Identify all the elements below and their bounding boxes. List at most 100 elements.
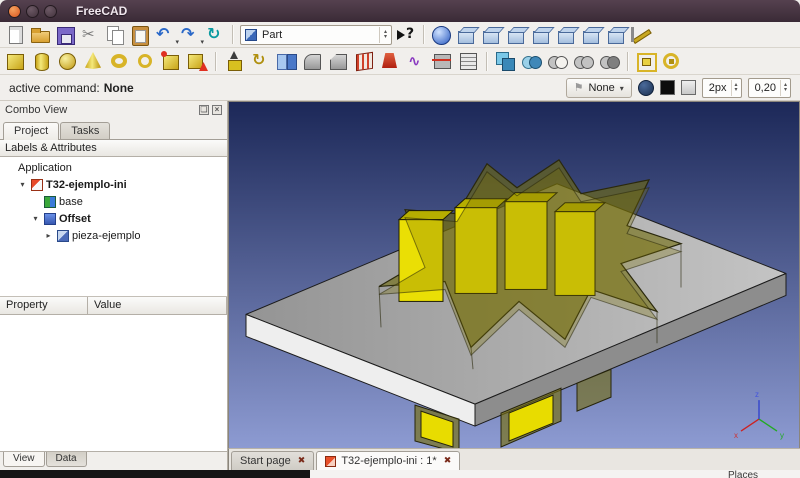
minimize-window-button[interactable] <box>26 5 39 18</box>
boolean-cut-icon[interactable] <box>545 49 570 73</box>
face-color-swatch[interactable] <box>681 80 696 95</box>
combobox-spin-arrows-icon[interactable] <box>379 27 387 43</box>
tree: Application ▾ T32-ejemplo-ini base▾Offset▸p… <box>0 157 227 297</box>
union-icon[interactable] <box>571 49 596 73</box>
fillet-icon[interactable] <box>300 49 325 73</box>
offset-icon <box>44 213 56 225</box>
select-arrows-icon <box>731 80 738 96</box>
bottom-view-icon[interactable] <box>579 23 604 47</box>
axis-z-label: z <box>755 390 759 399</box>
text-size-spinner[interactable]: 0,20 <box>748 78 791 98</box>
places-label: Places <box>728 470 758 478</box>
common-icon[interactable] <box>597 49 622 73</box>
axis-x-label: x <box>734 431 738 440</box>
ruled-surface-icon[interactable] <box>352 49 377 73</box>
tree-item-label: T32-ejemplo-ini <box>46 179 127 191</box>
draft-tray: None 2px 0,20 <box>566 78 791 98</box>
redo-icon[interactable]: ▾ <box>178 23 203 47</box>
sweep-icon[interactable] <box>404 49 429 73</box>
measure-distance-icon[interactable] <box>629 23 654 47</box>
maximize-window-button[interactable] <box>44 5 57 18</box>
property-column-header[interactable]: Property <box>0 297 88 315</box>
document-tab-label: Start page <box>240 455 291 467</box>
whats-this-icon[interactable] <box>394 23 419 47</box>
file-toolbar: ▾▾ <box>3 23 228 47</box>
property-table-body[interactable] <box>0 315 227 452</box>
undo-icon[interactable]: ▾ <box>153 23 178 47</box>
thickness-icon[interactable] <box>660 49 685 73</box>
offset-icon[interactable] <box>634 49 659 73</box>
open-document-icon[interactable] <box>28 23 53 47</box>
toolbar-separator <box>232 25 234 44</box>
base-icon <box>44 196 56 208</box>
tree-item-pieza-ejemplo[interactable]: ▸pieza-ejemplo <box>0 227 227 244</box>
extrude-icon[interactable] <box>222 49 247 73</box>
rear-view-icon[interactable] <box>554 23 579 47</box>
fit-all-icon[interactable] <box>429 23 454 47</box>
cylinder-icon[interactable] <box>29 49 54 73</box>
box-icon[interactable] <box>3 49 28 73</box>
close-window-button[interactable] <box>8 5 21 18</box>
torus-icon[interactable] <box>107 49 132 73</box>
right-view-icon[interactable] <box>529 23 554 47</box>
document-tab[interactable]: Start page ✖ <box>231 451 314 470</box>
tab-view[interactable]: View <box>3 452 45 467</box>
compound-icon[interactable] <box>493 49 518 73</box>
cone-icon[interactable] <box>81 49 106 73</box>
float-panel-icon[interactable] <box>199 105 209 115</box>
loft-icon[interactable] <box>378 49 403 73</box>
draft-layer-button[interactable]: None <box>566 78 632 98</box>
tab-tasks[interactable]: Tasks <box>60 122 110 139</box>
section-icon[interactable] <box>430 49 455 73</box>
command-bar: active command: None None 2px 0,20 <box>0 75 800 101</box>
boolean-icon[interactable] <box>519 49 544 73</box>
workbench-selector[interactable]: Part <box>240 25 392 45</box>
cut-icon[interactable] <box>78 23 103 47</box>
3d-viewport[interactable]: x y z <box>228 101 800 448</box>
chamfer-icon[interactable] <box>326 49 351 73</box>
mirror-icon[interactable] <box>274 49 299 73</box>
freecad-document-icon <box>325 456 336 467</box>
create-primitives-icon[interactable] <box>159 49 184 73</box>
close-tab-icon[interactable]: ✖ <box>444 456 452 466</box>
view-toolbar <box>394 23 654 47</box>
refresh-icon[interactable] <box>203 23 228 47</box>
tree-item-t32-ejemplo-ini[interactable]: ▾ T32-ejemplo-ini <box>0 176 227 193</box>
3d-scene: x y z <box>229 102 799 448</box>
line-color-swatch[interactable] <box>660 80 675 95</box>
revolve-icon[interactable] <box>248 49 273 73</box>
tree-item-base[interactable]: base <box>0 193 227 210</box>
copy-icon[interactable] <box>103 23 128 47</box>
spinner-arrows-icon[interactable] <box>780 80 787 96</box>
tree-item-offset[interactable]: ▾Offset <box>0 210 227 227</box>
toolbar-separator <box>627 52 629 71</box>
cross-sections-icon[interactable] <box>456 49 481 73</box>
text-size-value: 0,20 <box>755 82 776 94</box>
tree-expander-icon[interactable]: ▸ <box>43 231 54 240</box>
sphere-icon[interactable] <box>55 49 80 73</box>
active-command-label: active command: <box>9 81 100 95</box>
close-panel-icon[interactable] <box>212 105 222 115</box>
top-view-icon[interactable] <box>504 23 529 47</box>
line-width-select[interactable]: 2px <box>702 78 742 98</box>
tab-project[interactable]: Project <box>3 122 59 140</box>
front-view-icon[interactable] <box>479 23 504 47</box>
tube-icon[interactable] <box>133 49 158 73</box>
shape-builder-icon[interactable] <box>185 49 210 73</box>
save-document-icon[interactable] <box>53 23 78 47</box>
tab-data[interactable]: Data <box>46 452 87 467</box>
line-width-value: 2px <box>709 82 727 94</box>
workbench-icon <box>245 29 257 41</box>
autogroup-icon[interactable] <box>638 80 654 96</box>
paste-icon[interactable] <box>128 23 153 47</box>
axonometric-view-icon[interactable] <box>454 23 479 47</box>
close-tab-icon[interactable]: ✖ <box>298 456 306 466</box>
tree-expander-icon[interactable]: ▾ <box>30 214 41 223</box>
property-column-header[interactable]: Value <box>88 297 227 315</box>
tree-expander-icon[interactable]: ▾ <box>17 180 28 189</box>
new-document-icon[interactable] <box>3 23 28 47</box>
left-view-icon[interactable] <box>604 23 629 47</box>
part-toolbar <box>0 48 800 75</box>
document-tab[interactable]: T32-ejemplo-ini : 1*✖ <box>316 451 460 470</box>
tree-item-application[interactable]: Application <box>0 159 227 176</box>
